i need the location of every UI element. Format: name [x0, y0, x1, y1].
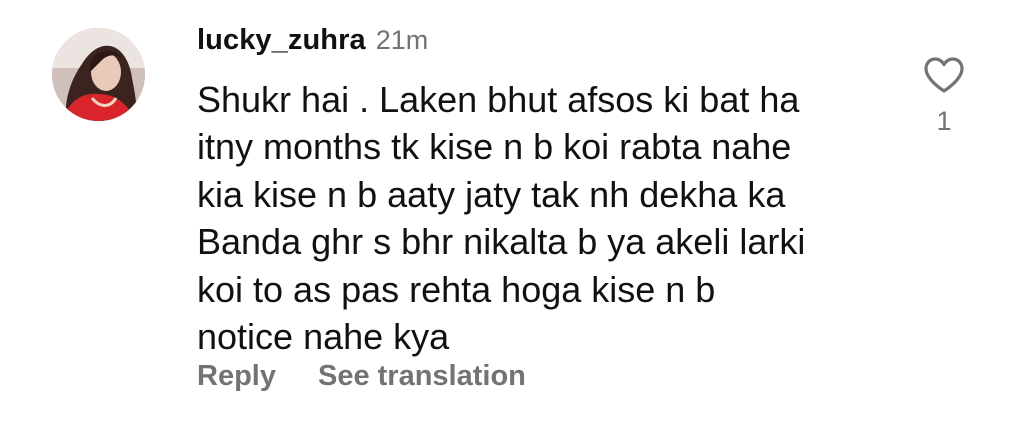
comment-line: koi to as pas rehta hoga kise n b: [197, 268, 716, 310]
username[interactable]: lucky_zuhra: [197, 24, 366, 57]
timestamp: 21m: [375, 25, 429, 55]
comment-actions: Reply See translation: [197, 360, 526, 393]
comment-line: Banda ghr s bhr nikalta b ya akeli larki: [197, 221, 806, 263]
comment-line: itny months tk kise n b koi rabta nahe: [197, 126, 792, 168]
comment-line: kia kise n b aaty jaty tak nh dekha ka: [197, 173, 786, 215]
see-translation-button[interactable]: See translation: [318, 360, 526, 393]
avatar[interactable]: [52, 28, 145, 121]
comment-text: Shukr hai . Laken bhut afsos ki bat ha i…: [197, 76, 837, 360]
like-count: 1: [936, 106, 952, 136]
reply-button[interactable]: Reply: [197, 360, 276, 393]
heart-outline-icon[interactable]: [923, 56, 965, 94]
avatar-image: [52, 28, 145, 121]
comment-line: notice nahe kya: [197, 316, 450, 358]
comment-header: lucky_zuhra 21m: [197, 24, 428, 57]
like-control: 1: [918, 56, 970, 137]
comment-line: Shukr hai . Laken bhut afsos ki bat ha: [197, 79, 800, 120]
comment: lucky_zuhra 21m Shukr hai . Laken bhut a…: [0, 0, 1024, 444]
